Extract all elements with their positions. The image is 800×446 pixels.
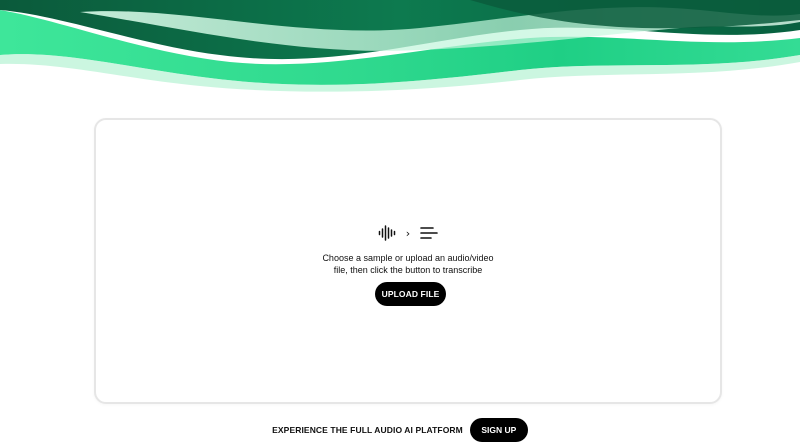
text-lines-icon: [420, 227, 439, 239]
chevron-right-icon: ›: [405, 226, 411, 240]
audio-waveform-icon: [378, 225, 396, 241]
instruction-line-1: Choose a sample or upload an audio/video: [322, 253, 494, 263]
decorative-wave-banner: [0, 0, 800, 95]
upload-panel: › Choose a sample or upload an audio/vid…: [94, 118, 722, 404]
platform-promo-text: EXPERIENCE THE FULL AUDIO AI PLATFORM: [272, 425, 463, 435]
instruction-line-2: file, then click the button to transcrib…: [333, 265, 483, 275]
transcribe-icon-row: ›: [96, 222, 720, 244]
sign-up-button[interactable]: SIGN UP: [469, 418, 528, 442]
upload-file-button[interactable]: UPLOAD FILE: [375, 282, 446, 306]
footer-cta: EXPERIENCE THE FULL AUDIO AI PLATFORM SI…: [0, 418, 800, 442]
upload-instructions: Choose a sample or upload an audio/video…: [96, 252, 720, 276]
